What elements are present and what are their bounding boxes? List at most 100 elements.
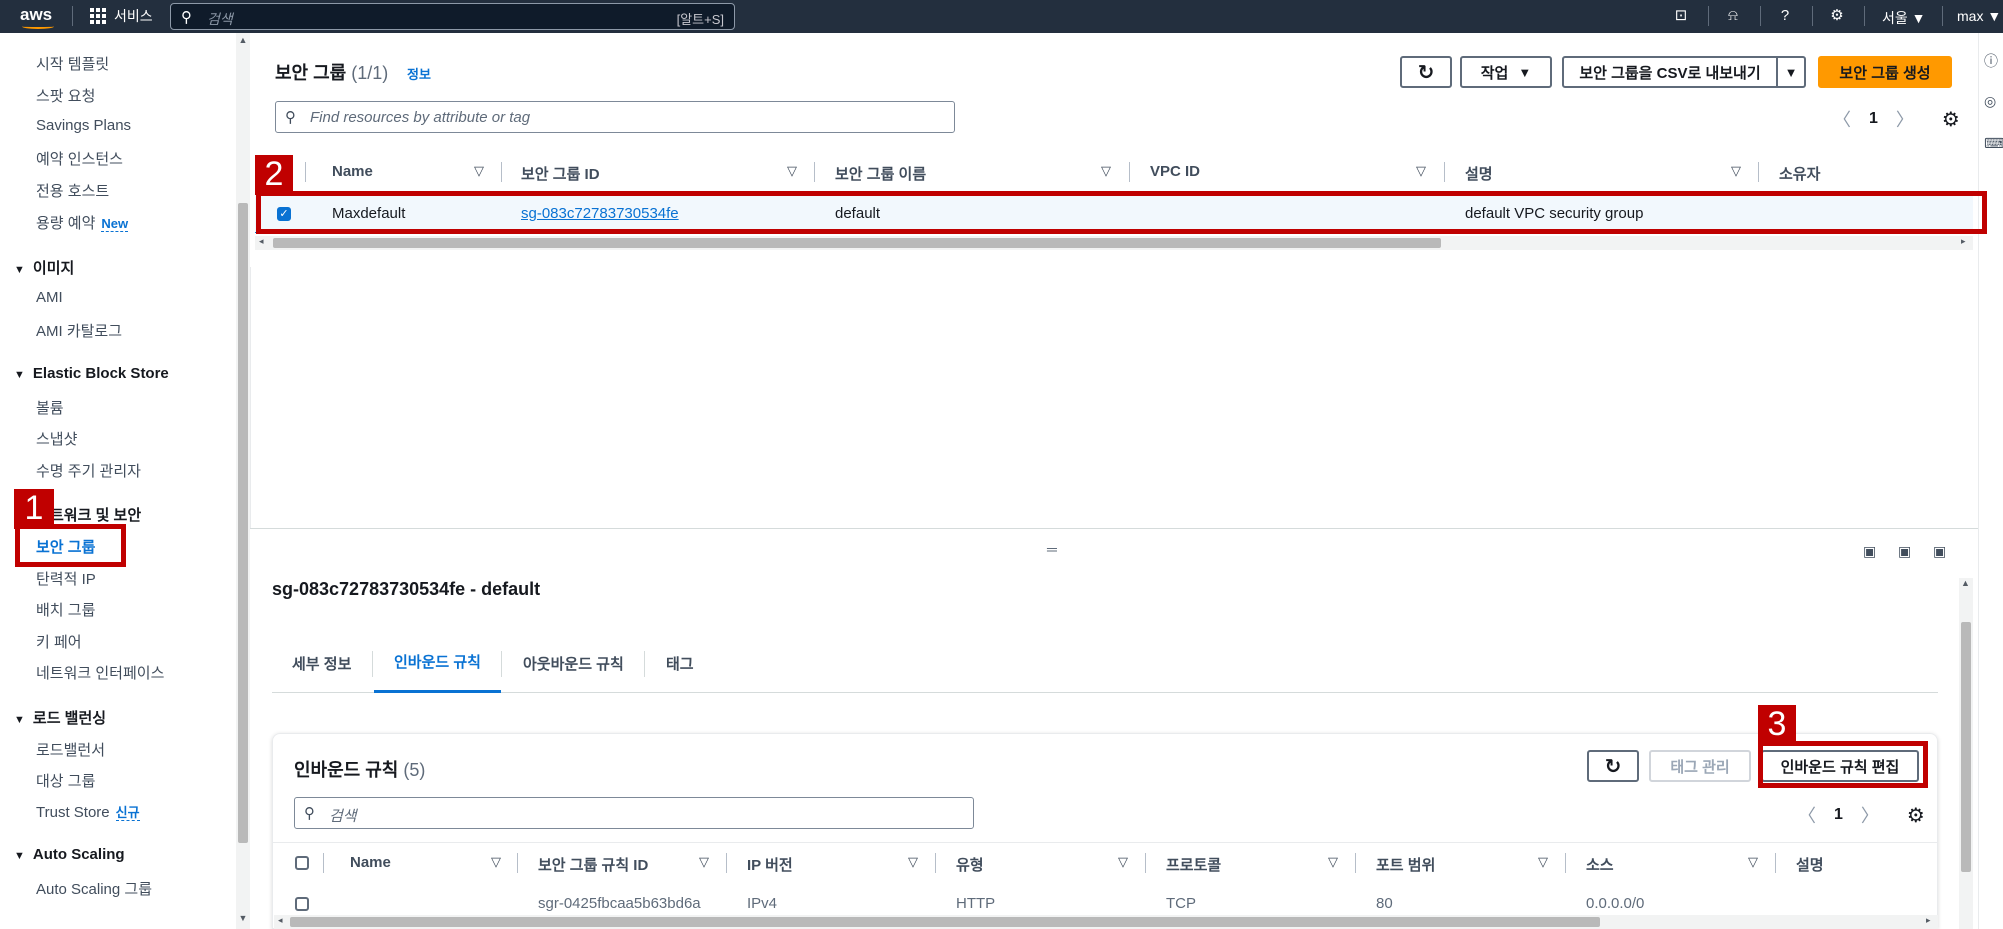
- preferences-gear-icon[interactable]: ⚙: [1942, 107, 1960, 132]
- manage-tags-button[interactable]: 태그 관리: [1649, 750, 1751, 782]
- previous-page-icon[interactable]: 〈: [1798, 802, 1816, 828]
- bell-icon[interactable]: ⍾: [1724, 7, 1742, 25]
- next-page-icon[interactable]: 〉: [1861, 802, 1879, 828]
- sidebar-scrollbar[interactable]: ▲ ▼: [236, 33, 250, 929]
- resource-filter-input[interactable]: ⚲ Find resources by attribute or tag: [275, 101, 955, 133]
- column-header-ip-version[interactable]: IP 버전: [747, 854, 793, 875]
- column-header-description[interactable]: 설명: [1465, 163, 1493, 184]
- aws-logo[interactable]: aws: [20, 5, 52, 25]
- sort-icon[interactable]: ▽: [474, 163, 484, 179]
- column-header-protocol[interactable]: 프로토콜: [1166, 854, 1221, 875]
- scrollbar-thumb[interactable]: [238, 203, 248, 843]
- column-header-sg-name[interactable]: 보안 그룹 이름: [835, 163, 926, 184]
- scroll-up-arrow[interactable]: ▲: [1961, 578, 1970, 588]
- account-menu[interactable]: max ▼: [1957, 8, 2001, 24]
- section-network-security[interactable]: 트워크 및 보안: [50, 504, 141, 525]
- column-header-source[interactable]: 소스: [1586, 854, 1614, 875]
- table-horizontal-scrollbar[interactable]: ◂ ▸: [255, 236, 1973, 250]
- export-csv-button[interactable]: 보안 그룹을 CSV로 내보내기: [1562, 56, 1778, 88]
- nav-reserved-instances[interactable]: 예약 인스턴스: [36, 148, 123, 169]
- sort-icon[interactable]: ▽: [1328, 854, 1338, 870]
- scroll-left-arrow[interactable]: ◂: [278, 915, 283, 926]
- section-auto-scaling[interactable]: ▼ Auto Scaling: [14, 846, 125, 863]
- sort-icon[interactable]: ▽: [1731, 163, 1741, 179]
- tab-outbound-rules[interactable]: 아웃바운드 규칙: [503, 633, 644, 693]
- nav-capacity-reservations[interactable]: 용량 예약 New: [36, 212, 129, 233]
- next-page-icon[interactable]: 〉: [1896, 106, 1914, 132]
- panel-bottom-position-icon[interactable]: ▣: [1863, 543, 1876, 560]
- nav-target-groups[interactable]: 대상 그룹: [36, 770, 95, 791]
- column-header-name[interactable]: Name: [350, 854, 391, 871]
- feedback-icon[interactable]: ◎: [1984, 93, 1996, 110]
- nav-auto-scaling-groups[interactable]: Auto Scaling 그룹: [36, 878, 152, 899]
- nav-network-interfaces[interactable]: 네트워크 인터페이스: [36, 662, 164, 683]
- nav-ami-catalog[interactable]: AMI 카탈로그: [36, 320, 122, 341]
- nav-launch-templates[interactable]: 시작 템플릿: [36, 53, 109, 74]
- column-header-type[interactable]: 유형: [956, 854, 984, 875]
- column-header-sg-id[interactable]: 보안 그룹 ID: [521, 163, 600, 184]
- column-header-rule-id[interactable]: 보안 그룹 규칙 ID: [538, 854, 648, 875]
- scroll-left-arrow[interactable]: ◂: [259, 236, 264, 247]
- info-icon[interactable]: ⓘ: [1984, 51, 1998, 71]
- region-selector[interactable]: 서울 ▼: [1882, 8, 1926, 28]
- current-page[interactable]: 1: [1869, 110, 1878, 128]
- nav-load-balancers[interactable]: 로드밸런서: [36, 739, 105, 760]
- column-header-name[interactable]: Name: [332, 163, 373, 180]
- panel-fullscreen-icon[interactable]: ▣: [1933, 543, 1946, 560]
- sort-icon[interactable]: ▽: [908, 854, 918, 870]
- tab-tags[interactable]: 태그: [646, 633, 714, 693]
- help-icon[interactable]: ?: [1776, 7, 1794, 25]
- previous-page-icon[interactable]: 〈: [1833, 106, 1851, 132]
- scrollbar-thumb[interactable]: [290, 917, 1600, 927]
- column-header-owner[interactable]: 소유자: [1779, 163, 1820, 184]
- column-header-description[interactable]: 설명: [1796, 854, 1824, 875]
- sort-icon[interactable]: ▽: [1416, 163, 1426, 179]
- sort-icon[interactable]: ▽: [1118, 854, 1128, 870]
- cloudshell-icon[interactable]: ⊡: [1672, 7, 1690, 25]
- select-all-checkbox[interactable]: [295, 856, 309, 870]
- actions-button[interactable]: 작업 ▼: [1460, 56, 1552, 88]
- section-ebs[interactable]: ▼ Elastic Block Store: [14, 365, 169, 382]
- current-page[interactable]: 1: [1834, 806, 1843, 824]
- nav-snapshots[interactable]: 스냅샷: [36, 428, 77, 449]
- nav-ami[interactable]: AMI: [36, 289, 63, 306]
- nav-placement-groups[interactable]: 배치 그룹: [36, 599, 95, 620]
- create-security-group-button[interactable]: 보안 그룹 생성: [1818, 56, 1952, 88]
- sort-icon[interactable]: ▽: [787, 163, 797, 179]
- sort-icon[interactable]: ▽: [1748, 854, 1758, 870]
- scrollbar-thumb[interactable]: [273, 238, 1441, 248]
- nav-savings-plans[interactable]: Savings Plans: [36, 117, 131, 134]
- sort-icon[interactable]: ▽: [1101, 163, 1111, 179]
- section-load-balancing[interactable]: ▼ 로드 밸런싱: [14, 707, 106, 728]
- nav-spot-requests[interactable]: 스팟 요청: [36, 85, 95, 106]
- nav-key-pairs[interactable]: 키 페어: [36, 631, 82, 652]
- sort-icon[interactable]: ▽: [491, 854, 501, 870]
- tutorial-icon[interactable]: ⌨: [1984, 135, 2003, 152]
- gear-icon[interactable]: ⚙: [1828, 7, 1846, 25]
- preferences-gear-icon[interactable]: ⚙: [1907, 803, 1925, 828]
- refresh-button[interactable]: ↻: [1587, 750, 1639, 782]
- global-search-input[interactable]: ⚲ 검색 [알트+S]: [170, 3, 735, 30]
- nav-dedicated-hosts[interactable]: 전용 호스트: [36, 180, 109, 201]
- nav-trust-store[interactable]: Trust Store 신규: [36, 802, 140, 821]
- panel-side-position-icon[interactable]: ▣: [1898, 543, 1911, 560]
- export-dropdown-button[interactable]: ▼: [1776, 56, 1806, 88]
- scroll-up-arrow[interactable]: ▲: [236, 35, 250, 45]
- tab-inbound-rules[interactable]: 인바운드 규칙: [374, 633, 501, 693]
- scroll-down-arrow[interactable]: ▼: [236, 913, 250, 923]
- rules-horizontal-scrollbar[interactable]: ◂ ▸: [274, 915, 1938, 929]
- sort-icon[interactable]: ▽: [1538, 854, 1548, 870]
- nav-lifecycle-manager[interactable]: 수명 주기 관리자: [36, 460, 141, 481]
- services-menu-button[interactable]: 서비스: [90, 6, 153, 26]
- row-checkbox[interactable]: [295, 897, 309, 911]
- rules-search-input[interactable]: ⚲ 검색: [294, 797, 974, 829]
- nav-elastic-ip[interactable]: 탄력적 IP: [36, 568, 96, 589]
- scrollbar-thumb[interactable]: [1961, 622, 1971, 872]
- scroll-right-arrow[interactable]: ▸: [1961, 236, 1966, 247]
- column-header-vpc-id[interactable]: VPC ID: [1150, 163, 1200, 180]
- nav-volumes[interactable]: 볼륨: [36, 397, 64, 418]
- sort-icon[interactable]: ▽: [699, 854, 709, 870]
- detail-vertical-scrollbar[interactable]: ▲: [1959, 578, 1973, 929]
- section-images[interactable]: ▼ 이미지: [14, 257, 74, 278]
- info-link[interactable]: 정보: [407, 64, 431, 83]
